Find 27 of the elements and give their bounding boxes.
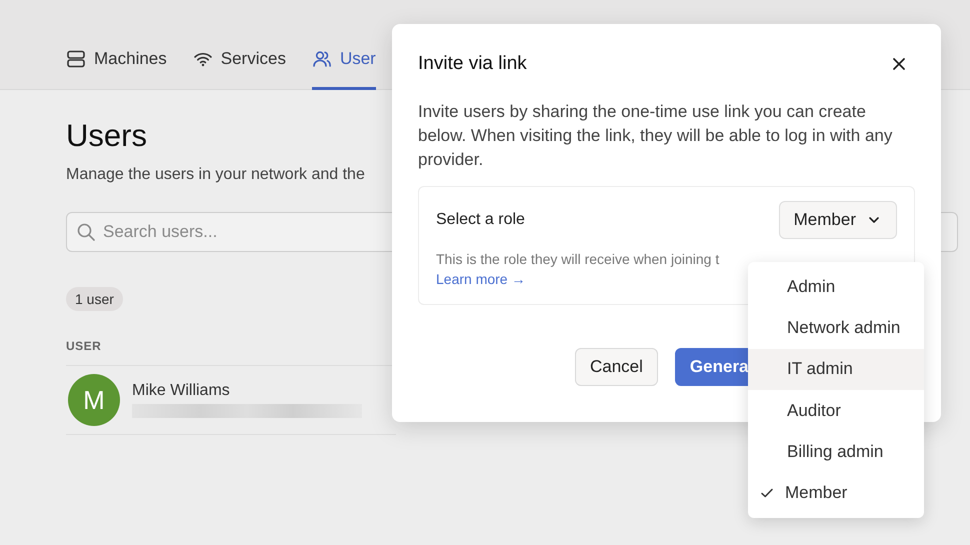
role-option[interactable]: Auditor	[748, 390, 924, 432]
server-icon	[66, 49, 86, 69]
role-option[interactable]: Member	[748, 472, 924, 514]
role-label: Select a role	[436, 211, 525, 229]
dialog-description: Invite users by sharing the one-time use link you can create below. When visiting the link, they will be able to log in with any provider.	[418, 101, 894, 171]
cancel-button[interactable]: Cancel	[575, 348, 658, 386]
role-option[interactable]: IT admin	[748, 348, 924, 390]
role-option[interactable]: Admin	[748, 266, 924, 308]
role-option[interactable]: Billing admin	[748, 431, 924, 472]
learn-more-link[interactable]: Learn more →	[436, 271, 526, 287]
nav-tab[interactable]: Services	[192, 49, 286, 90]
role-hint: This is the role they will receive when joining t	[436, 251, 720, 267]
user-avatar: M	[68, 374, 120, 426]
role-select[interactable]: Member	[778, 201, 897, 239]
users-icon	[312, 49, 332, 69]
close-icon	[891, 56, 907, 72]
check-icon	[760, 486, 774, 500]
role-option[interactable]: Network admin	[748, 307, 924, 349]
user-name: Mike Williams	[132, 382, 231, 400]
user-count-badge: 1 user	[66, 287, 123, 311]
column-header: USER	[66, 339, 102, 353]
chevron-down-icon	[868, 214, 880, 226]
dialog-title: Invite via link	[418, 53, 527, 75]
page-description: Manage the users in your network and the	[66, 166, 366, 184]
nav-tab[interactable]: Machines	[66, 49, 167, 90]
page-title: Users	[66, 118, 147, 154]
nav-tab[interactable]: User	[312, 49, 376, 90]
